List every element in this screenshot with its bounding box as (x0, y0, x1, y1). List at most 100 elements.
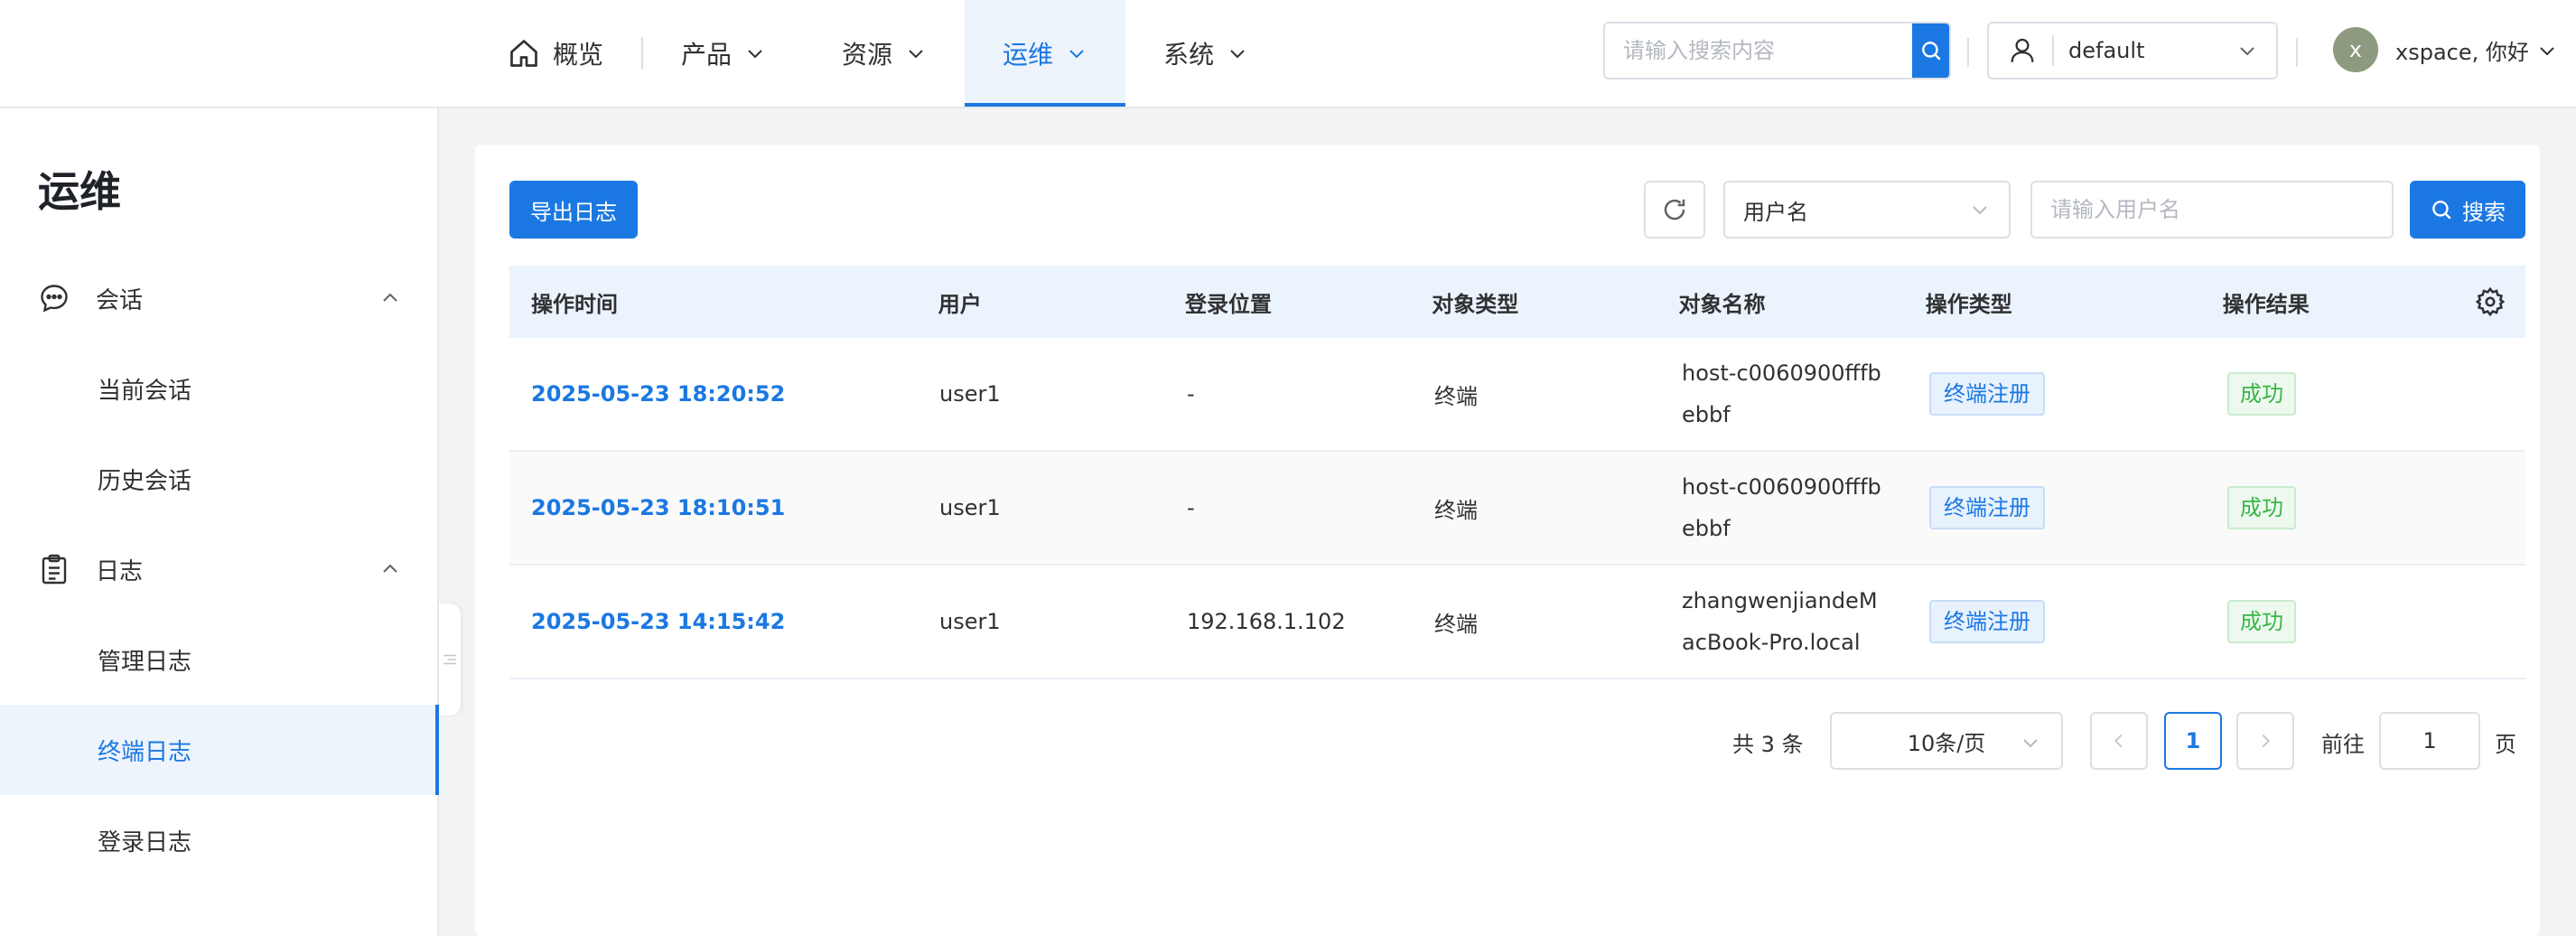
chevron-down-icon (1230, 50, 1245, 59)
prev-page-button[interactable] (2090, 712, 2148, 770)
username-input[interactable] (2030, 181, 2394, 239)
chat-icon (41, 285, 68, 313)
cell-result: 成功 (2206, 486, 2459, 529)
cell-location: - (1187, 381, 1195, 407)
chevron-down-icon (909, 50, 923, 59)
sidebar-item-login-log[interactable]: 登录日志 (0, 795, 437, 885)
global-search (1603, 22, 1951, 80)
clipboard-icon (42, 554, 67, 585)
cell-object-name: host-c0060900fffbebbf (1682, 474, 1881, 541)
chevron-down-icon (1069, 50, 1084, 59)
cell-user: user1 (939, 381, 1001, 407)
table-header: 操作时间 用户 登录位置 对象类型 对象名称 操作类型 操作结果 (509, 266, 2525, 338)
user-greeting[interactable]: xspace, 你好 (2395, 34, 2529, 66)
nav-item-label: 运维 (1003, 40, 1054, 70)
log-table: 操作时间 用户 登录位置 对象类型 对象名称 操作类型 操作结果 2025-05… (509, 266, 2525, 679)
column-header: 操作类型 (1925, 291, 2012, 317)
next-page-button[interactable] (2236, 712, 2294, 770)
cell-time[interactable]: 2025-05-23 14:15:42 (509, 609, 918, 634)
search-button-label: 搜索 (2462, 199, 2506, 225)
nav-item-ops[interactable]: 运维 (965, 0, 1126, 107)
status-badge: 成功 (2227, 600, 2296, 643)
search-field-value: 用户名 (1743, 199, 1808, 225)
nav-item-product[interactable]: 产品 (643, 0, 804, 107)
collapse-icon (443, 654, 456, 665)
cell-object-type: 终端 (1434, 383, 1478, 409)
page-size-value: 10条/页 (1907, 730, 1986, 756)
chevron-down-icon (2023, 739, 2038, 748)
namespace-value: default (2068, 38, 2145, 63)
op-type-tag: 终端注册 (1929, 486, 2045, 529)
table-row[interactable]: 2025-05-23 14:15:42 user1 192.168.1.102 … (509, 566, 2525, 679)
page-suffix: 页 (2495, 732, 2516, 757)
goto-page-input[interactable] (2379, 712, 2480, 770)
table-row[interactable]: 2025-05-23 18:10:51 user1 - 终端 host-c006… (509, 452, 2525, 566)
op-type-tag: 终端注册 (1929, 600, 2045, 643)
cell-op-type: 终端注册 (1908, 600, 2206, 643)
chevron-down-icon[interactable] (2536, 40, 2558, 61)
refresh-icon (1664, 199, 1685, 220)
search-icon (1921, 42, 1941, 61)
cell-time[interactable]: 2025-05-23 18:20:52 (509, 381, 918, 407)
sidebar-item-terminal-log[interactable]: 终端日志 (0, 705, 439, 795)
chevron-down-icon (748, 50, 762, 59)
column-settings[interactable] (2453, 286, 2525, 317)
chevron-right-icon (2262, 734, 2270, 748)
global-search-button[interactable] (1912, 23, 1949, 78)
search-icon (2432, 201, 2451, 220)
column-header: 操作时间 (531, 291, 618, 317)
cell-result: 成功 (2206, 372, 2459, 416)
column-header: 对象类型 (1432, 291, 1519, 317)
cell-time[interactable]: 2025-05-23 18:10:51 (509, 495, 918, 520)
op-type-tag: 终端注册 (1929, 372, 2045, 416)
page-size-select[interactable]: 10条/页 (1830, 712, 2063, 770)
sidebar-item-current-session[interactable]: 当前会话 (0, 343, 437, 434)
cell-object-type: 终端 (1434, 611, 1478, 637)
sidebar-group-label: 会话 (96, 286, 144, 314)
sidebar-group-label: 日志 (96, 557, 144, 585)
cell-object-name: host-c0060900fffbebbf (1682, 360, 1881, 427)
namespace-select[interactable]: default (1987, 22, 2278, 80)
nav-item-resource[interactable]: 资源 (804, 0, 965, 107)
export-log-button[interactable]: 导出日志 (509, 181, 638, 239)
nav-item-label: 系统 (1163, 40, 1215, 70)
global-search-input[interactable] (1605, 23, 1912, 78)
status-badge: 成功 (2227, 372, 2296, 416)
sidebar-group-logs[interactable]: 日志 (0, 524, 437, 614)
chevron-down-icon (1973, 206, 1987, 215)
home-icon (510, 40, 537, 67)
chevron-left-icon (2114, 734, 2123, 748)
search-button[interactable]: 搜索 (2410, 181, 2525, 239)
chevron-down-icon (2240, 47, 2254, 56)
sidebar-collapse-handle[interactable] (439, 604, 461, 716)
settings-icon (2475, 286, 2506, 317)
sidebar-group-session[interactable]: 会话 (0, 253, 437, 343)
page-button-current[interactable]: 1 (2164, 712, 2222, 770)
status-badge: 成功 (2227, 486, 2296, 529)
refresh-button[interactable] (1644, 181, 1705, 239)
chevron-up-icon (383, 293, 397, 302)
nav-item-system[interactable]: 系统 (1125, 0, 1286, 107)
cell-op-type: 终端注册 (1908, 486, 2206, 529)
column-header: 登录位置 (1184, 291, 1272, 317)
sidebar-item-session-history[interactable]: 历史会话 (0, 434, 437, 524)
column-header: 操作结果 (2222, 291, 2310, 317)
cell-user: user1 (939, 495, 1001, 520)
cell-location: 192.168.1.102 (1187, 609, 1346, 634)
nav-item-overview[interactable]: 概览 (470, 0, 641, 107)
sidebar-item-admin-log[interactable]: 管理日志 (0, 614, 437, 705)
cell-location: - (1187, 495, 1195, 520)
header-divider (2296, 38, 2298, 67)
column-header: 对象名称 (1678, 291, 1766, 317)
cell-user: user1 (939, 609, 1001, 634)
avatar[interactable]: x (2333, 27, 2378, 72)
nav-item-label: 资源 (842, 40, 893, 70)
goto-label: 前往 (2321, 732, 2365, 757)
cell-result: 成功 (2206, 600, 2459, 643)
cell-op-type: 终端注册 (1908, 372, 2206, 416)
table-row[interactable]: 2025-05-23 18:20:52 user1 - 终端 host-c006… (509, 338, 2525, 452)
user-icon (2011, 38, 2034, 62)
pagination: 共 3 条 10条/页 1 前往 页 (475, 712, 2540, 770)
search-field-select[interactable]: 用户名 (1723, 181, 2011, 239)
top-bar: 概览 产品 资源 运维 系统 default x xspace (0, 0, 2576, 108)
